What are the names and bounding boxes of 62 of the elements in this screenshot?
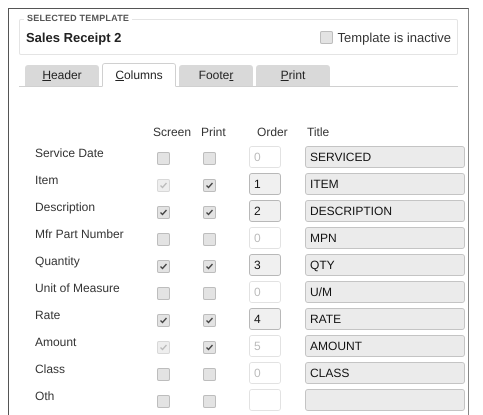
tab[interactable]: Columns: [102, 62, 176, 86]
column-header: Screen: [153, 124, 192, 140]
order-field[interactable]: 3: [249, 254, 281, 276]
row-label: Quantity: [35, 254, 81, 268]
title-field[interactable]: [305, 388, 465, 410]
title-field[interactable]: CLASS: [305, 362, 465, 384]
screen-checkbox[interactable]: [157, 395, 170, 408]
row-label: Oth: [35, 388, 56, 402]
check-icon: [159, 208, 168, 217]
title-field[interactable]: RATE: [305, 308, 465, 330]
title-field[interactable]: ITEM: [305, 172, 465, 194]
screen-checkbox[interactable]: [157, 206, 170, 219]
title-field[interactable]: DESCRIPTION: [305, 200, 465, 222]
print-checkbox[interactable]: [203, 233, 216, 246]
print-checkbox[interactable]: [203, 314, 216, 327]
row-label: Description: [35, 200, 96, 214]
row-label: Amount: [35, 334, 78, 348]
print-checkbox[interactable]: [203, 152, 216, 165]
print-checkbox[interactable]: [203, 341, 216, 354]
check-icon: [159, 181, 168, 190]
screen-checkbox[interactable]: [157, 233, 170, 246]
title-field[interactable]: AMOUNT: [305, 334, 465, 356]
title-field[interactable]: SERVICED: [305, 146, 465, 168]
title-field[interactable]: MPN: [305, 226, 465, 248]
check-icon: [205, 208, 214, 217]
check-icon: [205, 343, 214, 352]
row-label: Rate: [35, 308, 62, 322]
print-checkbox[interactable]: [203, 206, 216, 219]
inactive-label: Template is inactive: [338, 29, 451, 47]
check-icon: [205, 181, 214, 190]
print-checkbox[interactable]: [203, 395, 216, 408]
order-field[interactable]: 1: [249, 172, 281, 194]
check-icon: [159, 343, 168, 352]
screen-checkbox[interactable]: [157, 152, 170, 165]
tab[interactable]: Print: [256, 64, 330, 86]
print-checkbox[interactable]: [203, 368, 216, 381]
row-label: Class: [35, 362, 66, 376]
order-field[interactable]: 4: [249, 308, 281, 330]
check-icon: [205, 316, 214, 325]
screen-checkbox[interactable]: [157, 314, 170, 327]
template-name: Sales Receipt 2: [26, 29, 122, 47]
check-icon: [205, 262, 214, 271]
check-icon: [159, 262, 168, 271]
screen-checkbox[interactable]: [157, 260, 170, 273]
tab[interactable]: Header: [25, 64, 99, 86]
row-label: Unit of Measure: [35, 280, 121, 294]
column-header: Order: [256, 124, 289, 140]
screen-checkbox[interactable]: [157, 287, 170, 300]
print-checkbox[interactable]: [203, 179, 216, 192]
column-header: Title: [306, 124, 330, 140]
row-label: Item: [35, 172, 60, 186]
print-checkbox[interactable]: [203, 260, 216, 273]
title-field[interactable]: QTY: [305, 254, 465, 276]
print-checkbox[interactable]: [203, 287, 216, 300]
order-field[interactable]: 2: [249, 200, 281, 222]
column-header: Print: [201, 124, 227, 140]
check-icon: [159, 316, 168, 325]
row-label: Service Date: [35, 146, 105, 160]
screen-checkbox[interactable]: [157, 368, 170, 381]
title-field[interactable]: U/M: [305, 280, 465, 302]
tab[interactable]: Footer: [179, 64, 253, 86]
row-label: Mfr Part Number: [35, 226, 125, 240]
